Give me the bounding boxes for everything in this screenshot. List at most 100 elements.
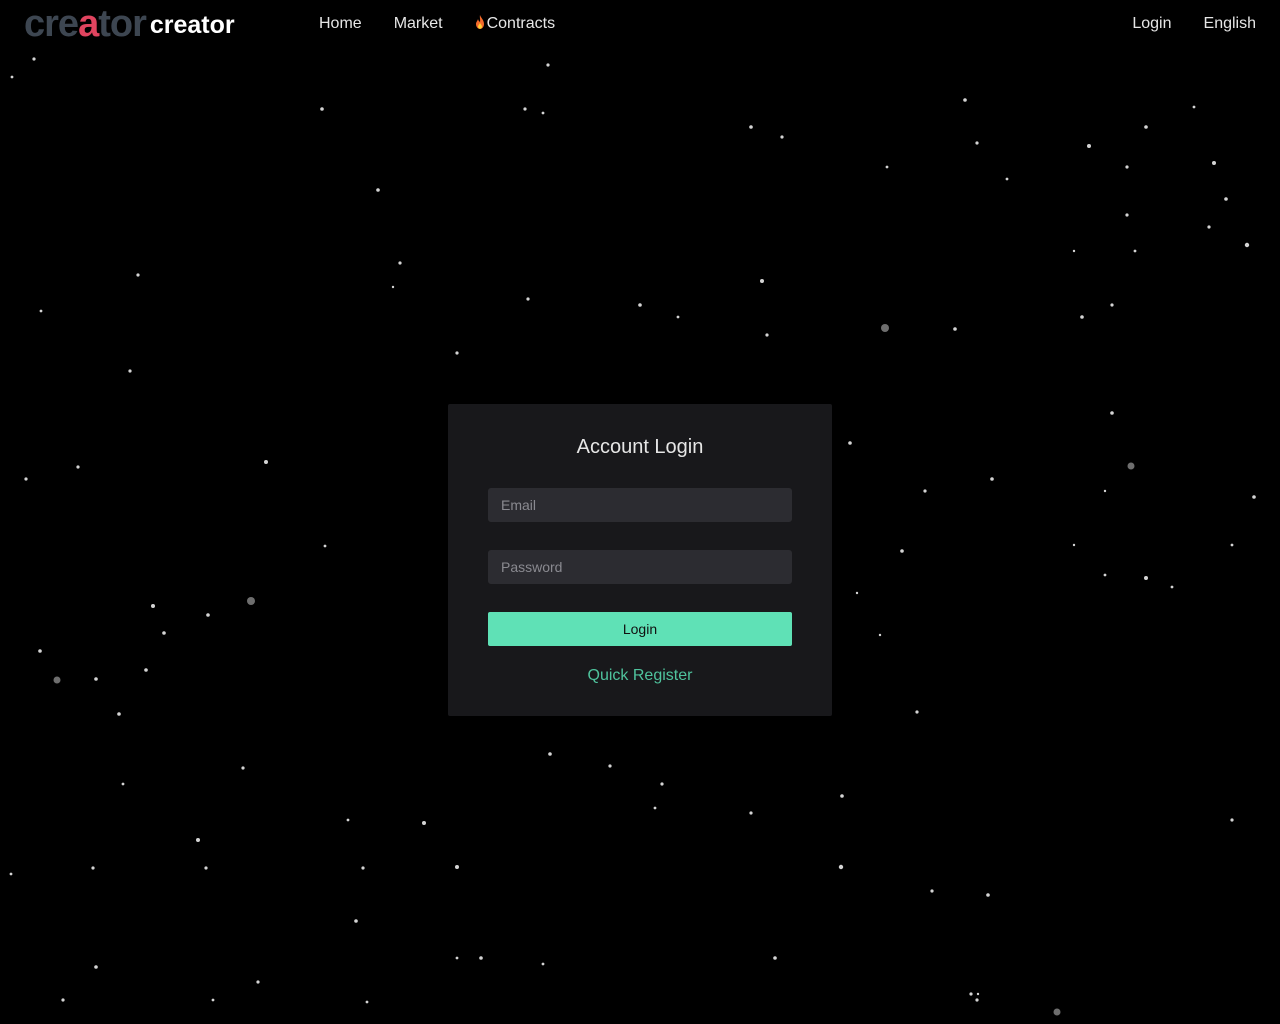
star <box>923 489 927 493</box>
star <box>1080 315 1084 319</box>
star <box>976 992 980 996</box>
star <box>121 782 125 786</box>
star <box>91 866 95 870</box>
header-login-link[interactable]: Login <box>1132 15 1171 33</box>
star <box>206 613 210 617</box>
star <box>136 273 140 277</box>
star <box>1133 249 1137 253</box>
star <box>422 821 426 825</box>
star <box>749 125 753 129</box>
star <box>608 764 612 768</box>
nav-contracts-label: Contracts <box>486 15 556 32</box>
top-navbar: creator creator Home Market Contracts Lo… <box>0 0 1280 50</box>
star <box>1224 197 1228 201</box>
star <box>1072 249 1076 253</box>
star <box>241 766 245 770</box>
star <box>749 811 753 815</box>
star <box>1053 1008 1061 1016</box>
star <box>1125 213 1129 217</box>
star <box>455 351 459 355</box>
star <box>1087 144 1091 148</box>
star <box>211 998 215 1002</box>
star <box>479 956 483 960</box>
star <box>1005 177 1009 181</box>
star <box>1192 105 1196 109</box>
star <box>900 549 904 553</box>
star <box>39 309 43 313</box>
star <box>838 864 844 870</box>
star <box>1207 225 1211 229</box>
star <box>878 633 882 637</box>
main-nav: Home Market Contracts <box>319 15 587 33</box>
quick-register-link[interactable]: Quick Register <box>448 667 832 685</box>
star <box>256 980 260 984</box>
star <box>953 327 957 331</box>
star <box>53 676 61 684</box>
star <box>1127 462 1135 470</box>
star <box>1252 495 1256 499</box>
star <box>523 107 527 111</box>
star <box>1212 161 1216 165</box>
star <box>346 818 350 822</box>
star <box>76 465 80 469</box>
star <box>354 919 358 923</box>
star <box>151 604 155 608</box>
email-input[interactable] <box>488 488 792 522</box>
star <box>1125 165 1129 169</box>
star <box>541 962 545 966</box>
nav-contracts[interactable]: Contracts <box>475 15 555 33</box>
star <box>638 303 642 307</box>
star <box>881 324 889 332</box>
star <box>986 893 990 897</box>
star <box>24 477 28 481</box>
fire-icon <box>475 15 484 29</box>
login-button[interactable]: Login <box>488 612 792 646</box>
star <box>676 315 680 319</box>
star <box>10 75 14 79</box>
star <box>660 782 664 786</box>
star <box>128 369 132 373</box>
star <box>1103 489 1107 493</box>
page: creator creator Home Market Contracts Lo… <box>0 0 1280 1024</box>
logo-mark: creator <box>24 3 147 45</box>
star <box>546 63 550 67</box>
star <box>930 889 934 893</box>
star <box>963 98 967 102</box>
star <box>162 631 166 635</box>
star <box>840 794 844 798</box>
star <box>376 188 380 192</box>
star <box>1072 543 1076 547</box>
star <box>391 285 395 289</box>
star <box>855 591 859 595</box>
star <box>1170 585 1174 589</box>
star <box>94 965 98 969</box>
nav-market[interactable]: Market <box>394 15 443 33</box>
star <box>365 1000 369 1004</box>
logo-text: creator <box>149 11 235 39</box>
star <box>1110 303 1114 307</box>
star <box>1144 125 1148 129</box>
star <box>780 135 784 139</box>
star <box>196 838 200 842</box>
star <box>915 710 919 714</box>
star <box>204 866 208 870</box>
nav-home[interactable]: Home <box>319 15 362 33</box>
language-selector[interactable]: English <box>1204 15 1256 33</box>
star <box>975 141 979 145</box>
star <box>548 752 552 756</box>
star <box>969 992 973 996</box>
star <box>455 956 459 960</box>
star <box>526 297 530 301</box>
star <box>61 998 65 1002</box>
password-input[interactable] <box>488 550 792 584</box>
login-card: Account Login Login Quick Register <box>448 404 832 716</box>
star <box>32 57 36 61</box>
star <box>144 668 148 672</box>
star <box>320 107 324 111</box>
star <box>1144 576 1148 580</box>
star <box>117 712 121 716</box>
brand-logo[interactable]: creator creator <box>24 3 235 45</box>
star <box>1230 818 1234 822</box>
star <box>885 165 889 169</box>
star <box>541 111 545 115</box>
